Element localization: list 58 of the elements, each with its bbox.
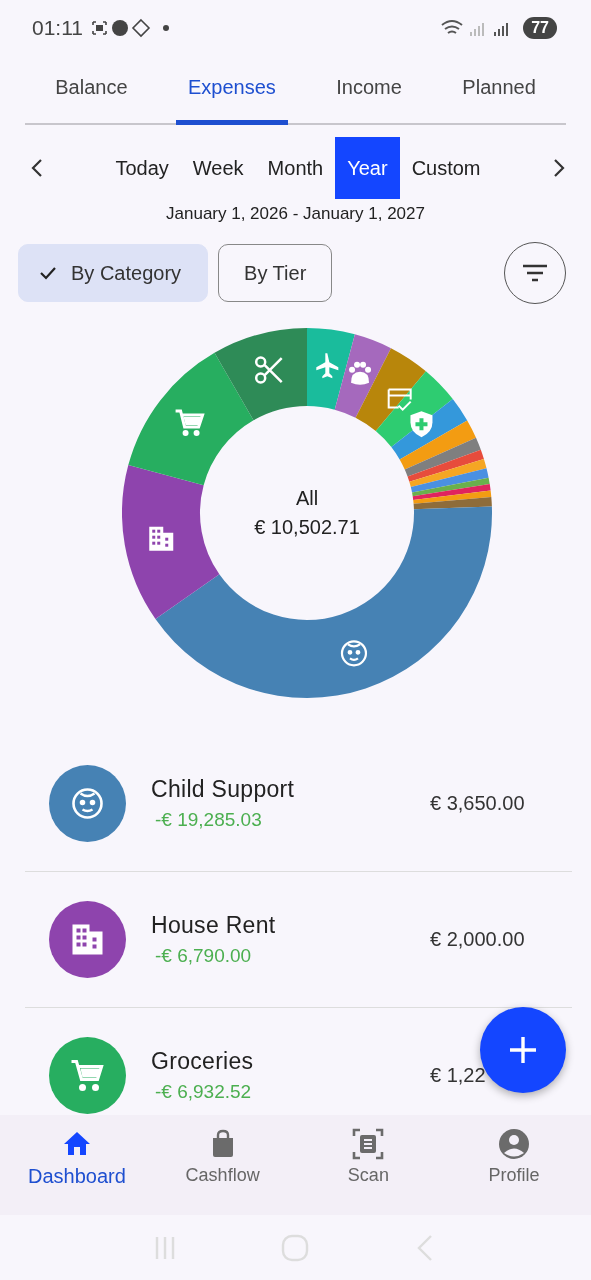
nav-item[interactable]: Cashflow xyxy=(152,1115,293,1215)
filter-chip[interactable]: By Category xyxy=(18,244,209,302)
dot-icon xyxy=(163,24,169,31)
app-badge-icon xyxy=(112,19,128,36)
scan-icon xyxy=(351,1127,386,1161)
profile-icon xyxy=(497,1127,532,1161)
chart-center-label: All xyxy=(295,487,319,510)
category-difference: -€ 6,932.52 xyxy=(155,1081,253,1103)
cart-icon xyxy=(71,1059,104,1091)
donut-slice[interactable] xyxy=(413,490,492,504)
category-name: Child Support xyxy=(151,776,296,803)
check-icon xyxy=(39,266,57,280)
donut-slice[interactable] xyxy=(355,348,426,432)
card-check-icon xyxy=(387,388,412,411)
building-icon xyxy=(149,526,174,551)
tab[interactable]: Balance xyxy=(43,55,140,125)
airplane-icon xyxy=(316,353,339,379)
donut-slice[interactable] xyxy=(155,506,492,698)
period-tab[interactable]: Custom xyxy=(399,137,493,199)
donut-slice[interactable] xyxy=(122,465,220,620)
date-range: January 1, 2026 - January 1, 2027 xyxy=(165,204,426,225)
donut-slice[interactable] xyxy=(128,352,254,486)
filter-chip[interactable]: By Tier xyxy=(218,244,333,302)
status-time: 01:11 xyxy=(32,15,83,40)
diamond-icon xyxy=(131,18,151,37)
category-amount: € 2,000.00 xyxy=(430,928,526,951)
tab[interactable]: Expenses xyxy=(176,55,288,125)
donut-slice[interactable] xyxy=(214,328,307,421)
screenshot-icon xyxy=(92,20,107,35)
nav-item[interactable]: Dashboard xyxy=(6,1115,147,1215)
donut-slice[interactable] xyxy=(412,484,491,500)
scissors-icon xyxy=(254,356,283,384)
nav-item[interactable]: Profile xyxy=(444,1115,585,1215)
donut-slice[interactable] xyxy=(399,420,476,470)
building-icon xyxy=(72,924,103,955)
donut-slice[interactable] xyxy=(410,468,489,493)
category-amount: € 3,650.00 xyxy=(430,792,526,815)
category-name: House Rent xyxy=(151,912,277,939)
period-tab[interactable]: Year xyxy=(335,137,400,199)
category-name: Groceries xyxy=(151,1048,255,1075)
category-difference: -€ 19,285.03 xyxy=(155,809,263,831)
tab[interactable]: Income xyxy=(324,55,414,125)
period-tab[interactable]: Week xyxy=(180,137,256,199)
smiley-face-icon xyxy=(72,788,103,819)
paw-icon xyxy=(349,361,372,385)
nav-item[interactable]: Scan xyxy=(298,1115,439,1215)
filter-icon xyxy=(522,263,548,283)
cart-icon xyxy=(175,409,205,436)
chart-total: € 10,502.71 xyxy=(254,516,360,539)
period-tab[interactable]: Today xyxy=(103,137,181,199)
category-difference: -€ 6,790.00 xyxy=(155,945,253,967)
smiley-face-icon xyxy=(340,640,368,667)
category-amount: € 1,22 xyxy=(430,1064,487,1087)
period-tab[interactable]: Month xyxy=(255,137,336,199)
battery-level: 77 xyxy=(523,16,557,39)
tab[interactable]: Planned xyxy=(450,55,548,125)
donut-slice[interactable] xyxy=(307,328,355,410)
shield-plus-icon xyxy=(410,411,433,438)
